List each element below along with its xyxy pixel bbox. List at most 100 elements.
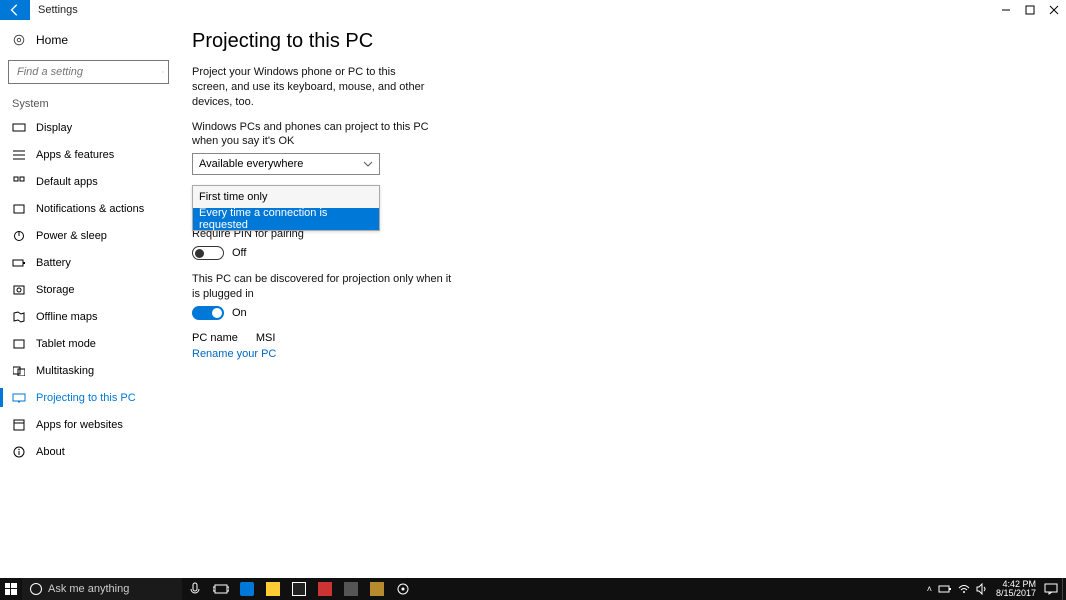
taskview-icon	[213, 583, 229, 595]
taskbar-app-explorer[interactable]	[260, 578, 286, 600]
multitasking-icon	[12, 366, 26, 376]
pin-toggle-value: Off	[232, 247, 246, 259]
mic-icon	[190, 582, 200, 596]
maps-icon	[12, 311, 26, 323]
settings-search[interactable]	[8, 60, 169, 84]
taskbar: Ask me anything ˄ 4:42 PM 8/15/2017	[0, 578, 1066, 600]
project-permission-select[interactable]: Available everywhere	[192, 153, 380, 175]
taskbar-app-edge[interactable]	[234, 578, 260, 600]
taskbar-app-5[interactable]	[338, 578, 364, 600]
option-label: First time only	[199, 191, 267, 203]
sidebar-home[interactable]: Home	[0, 26, 177, 54]
clock-date: 8/15/2017	[996, 589, 1036, 598]
taskbar-app-6[interactable]	[364, 578, 390, 600]
nav-label: Projecting to this PC	[36, 392, 136, 404]
nav-label: Multitasking	[36, 365, 94, 377]
page-description: Project your Windows phone or PC to this…	[192, 65, 432, 110]
pin-toggle[interactable]	[192, 246, 224, 260]
cortana-mic[interactable]	[182, 578, 208, 600]
discover-label: This PC can be discovered for projection…	[192, 272, 452, 302]
start-button[interactable]	[0, 578, 22, 600]
titlebar: Settings	[0, 0, 1066, 20]
taskbar-app-store[interactable]	[286, 578, 312, 600]
select-value: Available everywhere	[199, 158, 303, 170]
show-desktop-button[interactable]	[1062, 578, 1066, 600]
back-button[interactable]	[0, 0, 30, 20]
discover-toggle-value: On	[232, 307, 247, 319]
content-area: Projecting to this PC Project your Windo…	[177, 20, 1066, 578]
taskbar-clock[interactable]: 4:42 PM 8/15/2017	[992, 580, 1040, 599]
task-view-button[interactable]	[208, 578, 234, 600]
sidebar-item-power-sleep[interactable]: Power & sleep	[0, 222, 177, 249]
nav-label: Power & sleep	[36, 230, 107, 242]
windows-icon	[5, 583, 17, 595]
sidebar-item-battery[interactable]: Battery	[0, 249, 177, 276]
sidebar-item-storage[interactable]: Storage	[0, 276, 177, 303]
nav-label: About	[36, 446, 65, 458]
tray-wifi-icon[interactable]	[958, 584, 970, 594]
cortana-search[interactable]: Ask me anything	[22, 578, 182, 600]
option-every-time[interactable]: Every time a connection is requested	[193, 208, 379, 230]
sidebar-item-multitasking[interactable]: Multitasking	[0, 357, 177, 384]
nav-label: Apps & features	[36, 149, 114, 161]
maximize-button[interactable]	[1018, 0, 1042, 20]
sidebar-item-tablet-mode[interactable]: Tablet mode	[0, 330, 177, 357]
page-heading: Projecting to this PC	[192, 30, 1066, 53]
arrow-left-icon	[8, 3, 22, 17]
option-label: Every time a connection is requested	[199, 207, 373, 231]
sidebar-item-apps-features[interactable]: Apps & features	[0, 141, 177, 168]
sidebar-item-offline-maps[interactable]: Offline maps	[0, 303, 177, 330]
close-icon	[1049, 5, 1059, 15]
gear-icon	[12, 33, 26, 47]
taskbar-app-4[interactable]	[312, 578, 338, 600]
project-permission-label: Windows PCs and phones can project to th…	[192, 120, 432, 150]
pcname-label: PC name	[192, 332, 238, 344]
gear-icon	[396, 582, 410, 596]
search-input[interactable]	[15, 65, 162, 79]
action-center-button[interactable]	[1040, 583, 1062, 595]
taskbar-app-settings[interactable]	[390, 578, 416, 600]
websites-icon	[12, 419, 26, 431]
minimize-icon	[1001, 5, 1011, 15]
pcname-value: MSI	[256, 332, 276, 344]
close-button[interactable]	[1042, 0, 1066, 20]
discover-toggle[interactable]	[192, 306, 224, 320]
home-label: Home	[36, 33, 68, 47]
projecting-icon	[12, 393, 26, 403]
app-title: Settings	[30, 0, 86, 20]
nav-label: Storage	[36, 284, 75, 296]
power-icon	[12, 230, 26, 242]
sidebar-item-projecting[interactable]: Projecting to this PC	[0, 384, 177, 411]
sidebar-item-about[interactable]: About	[0, 438, 177, 465]
section-system-label: System	[0, 94, 177, 114]
system-tray[interactable]: ˄	[923, 583, 992, 595]
sidebar-item-default-apps[interactable]: Default apps	[0, 168, 177, 195]
tray-volume-icon[interactable]	[976, 583, 988, 595]
nav-label: Battery	[36, 257, 71, 269]
sidebar-item-notifications[interactable]: Notifications & actions	[0, 195, 177, 222]
settings-window: Settings Home System Display Apps & feat…	[0, 0, 1066, 600]
sidebar-item-display[interactable]: Display	[0, 114, 177, 141]
maximize-icon	[1025, 5, 1035, 15]
ask-to-project-dropdown[interactable]: First time only Every time a connection …	[192, 185, 380, 231]
nav-label: Display	[36, 122, 72, 134]
nav-label: Offline maps	[36, 311, 98, 323]
sidebar: Home System Display Apps & features Defa…	[0, 20, 177, 578]
sidebar-item-apps-websites[interactable]: Apps for websites	[0, 411, 177, 438]
tray-chevron-icon[interactable]: ˄	[927, 584, 932, 594]
nav-label: Apps for websites	[36, 419, 123, 431]
tray-battery-icon[interactable]	[938, 584, 952, 594]
display-icon	[12, 123, 26, 133]
option-first-time-only[interactable]: First time only	[193, 186, 379, 208]
nav-label: Default apps	[36, 176, 98, 188]
minimize-button[interactable]	[994, 0, 1018, 20]
nav-label: Tablet mode	[36, 338, 96, 350]
storage-icon	[12, 285, 26, 295]
default-apps-icon	[12, 176, 26, 188]
battery-icon	[12, 259, 26, 267]
chevron-down-icon	[363, 159, 373, 169]
rename-pc-link[interactable]: Rename your PC	[192, 348, 1066, 360]
notification-icon	[1044, 583, 1058, 595]
notifications-icon	[12, 203, 26, 215]
apps-icon	[12, 149, 26, 161]
